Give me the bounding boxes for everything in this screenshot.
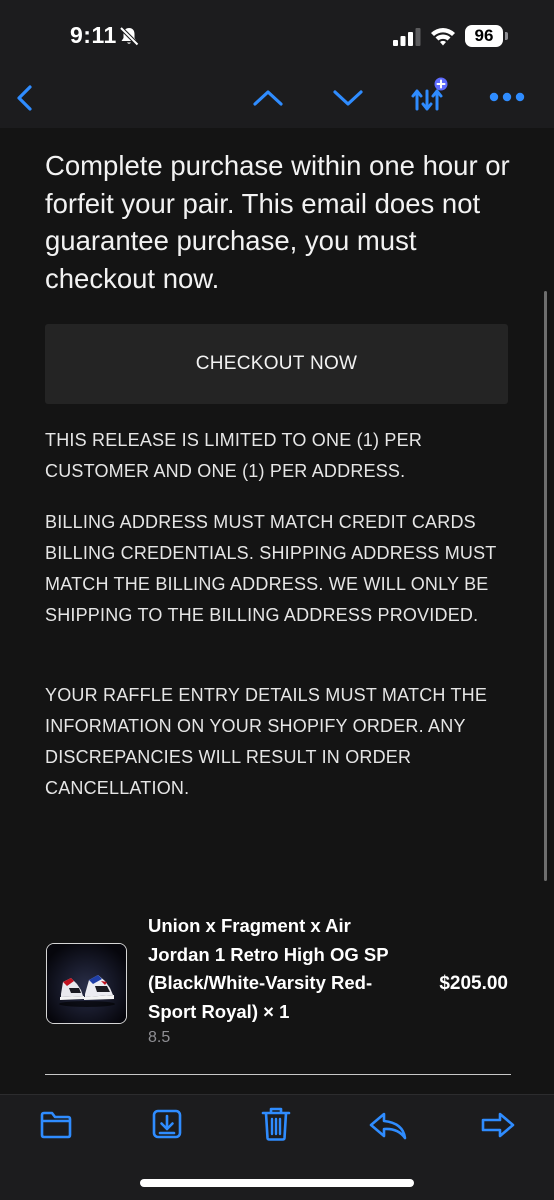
mail-screen: 9:11 96 Complete purchase within one hou… — [0, 0, 554, 1200]
message-nav-bar — [0, 70, 554, 128]
email-body[interactable]: Complete purchase within one hour or for… — [0, 128, 554, 1094]
billing-notice: BILLING ADDRESS MUST MATCH CREDIT CARDS … — [45, 512, 497, 625]
home-indicator[interactable] — [140, 1179, 414, 1187]
status-bar: 9:11 96 — [0, 0, 554, 70]
email-headline: Complete purchase within one hour or for… — [45, 150, 510, 294]
product-image — [46, 943, 127, 1024]
divider — [45, 1074, 511, 1075]
toolbar-separator — [0, 1094, 554, 1095]
sneaker-image-icon — [47, 944, 126, 1023]
raffle-notice: YOUR RAFFLE ENTRY DETAILS MUST MATCH THE… — [45, 685, 488, 798]
product-price: $205.00 — [439, 973, 508, 994]
scrollbar[interactable] — [544, 291, 547, 881]
clipped-logo-text — [108, 128, 178, 130]
back-chevron-icon[interactable] — [14, 84, 36, 112]
folder-icon[interactable] — [39, 1110, 73, 1140]
forward-icon[interactable] — [480, 1111, 516, 1139]
battery-indicator: 96 — [465, 25, 503, 47]
silent-bell-icon — [119, 26, 139, 46]
cellular-signal-icon — [393, 28, 421, 46]
reply-icon[interactable] — [368, 1111, 408, 1141]
limit-notice: THIS RELEASE IS LIMITED TO ONE (1) PER C… — [45, 430, 423, 481]
checkout-now-button[interactable]: CHECKOUT NOW — [45, 324, 508, 404]
bottom-toolbar — [0, 1094, 554, 1200]
previous-message-icon[interactable] — [252, 87, 284, 109]
battery-tip — [505, 32, 508, 40]
smart-sort-icon[interactable] — [409, 76, 449, 112]
wifi-icon — [431, 28, 455, 46]
product-variant: 8.5 — [148, 1029, 171, 1046]
product-name: Union x Fragment x Air Jordan 1 Retro Hi… — [148, 915, 389, 1022]
trash-icon[interactable] — [260, 1106, 292, 1142]
next-message-icon[interactable] — [332, 87, 364, 109]
status-time: 9:11 — [70, 22, 117, 48]
more-icon[interactable] — [488, 90, 526, 104]
archive-icon[interactable] — [150, 1107, 184, 1141]
